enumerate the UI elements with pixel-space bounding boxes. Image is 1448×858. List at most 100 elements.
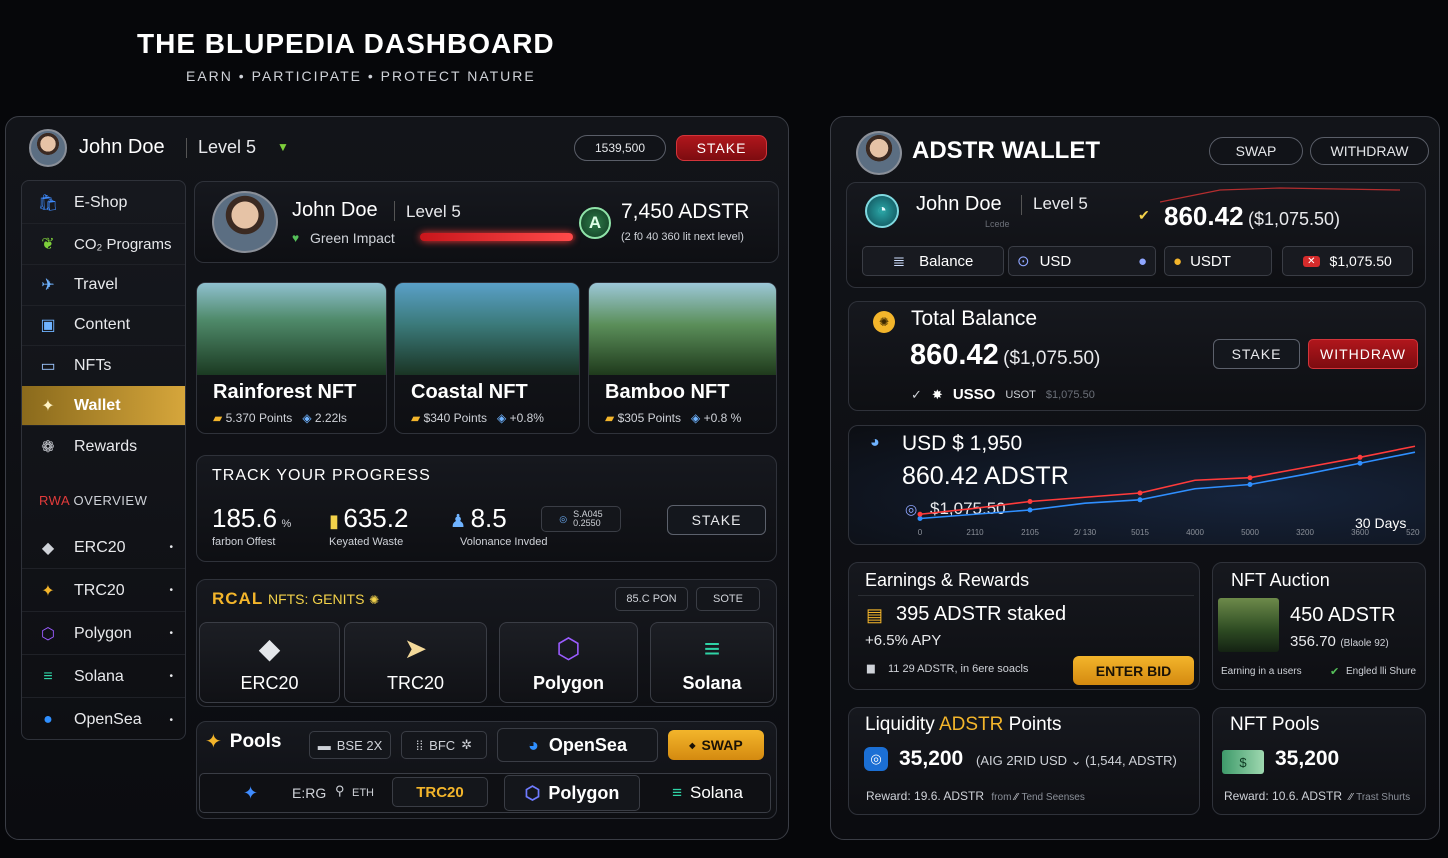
bamboo-image — [589, 283, 776, 375]
usd-icon: ⊙ — [1017, 253, 1030, 270]
stat-value: 635.2 — [343, 503, 409, 533]
sidebar-item-trc20[interactable]: ✦ TRC20 • — [22, 570, 185, 612]
divider — [186, 138, 187, 158]
stat-label: farbon Offest — [212, 536, 276, 548]
flag-icon: ▆ — [867, 663, 875, 674]
travel-icon: ✈ — [41, 277, 55, 294]
rcal-chain-polygon[interactable]: ⬡ Polygon — [499, 622, 638, 703]
x-tick-label: 5000 — [1241, 528, 1259, 537]
pools-tag-bse[interactable]: ▬ BSE 2X — [309, 731, 391, 759]
swap-button[interactable]: ◆ SWAP — [668, 730, 764, 760]
tag-icon: ⁄⁄ — [1014, 792, 1019, 803]
rcal-tag-sote[interactable]: SOTE — [696, 587, 760, 611]
sidebar-item-label: E-Shop — [74, 194, 128, 211]
usd-icon: ◕ — [870, 434, 880, 451]
rcal-chain-trc20[interactable]: ➤ TRC20 — [344, 622, 487, 703]
sidebar-item-travel[interactable]: ✈ Travel — [22, 265, 185, 306]
sidebar-item-wallet[interactable]: ✦ Wallet — [22, 386, 185, 426]
profile-avatar[interactable] — [212, 191, 278, 253]
sidebar-item-opensea[interactable]: ● OpenSea • — [22, 699, 185, 741]
points-pill: 1539,500 — [574, 135, 666, 161]
total-icon: ✺ — [873, 311, 895, 333]
nft-card-coastal[interactable]: Coastal NFT ▰ $340 Points ◈ +0.8% — [394, 282, 580, 434]
nft-card-bamboo[interactable]: Bamboo NFT ▰ $305 Points ◈ +0.8 % — [588, 282, 777, 434]
wallet-avatar[interactable] — [856, 131, 902, 175]
trc20-tag[interactable]: TRC20 — [392, 777, 488, 807]
wallet-swap-button[interactable]: SWAP — [1209, 137, 1303, 165]
x-tick-label: 3200 — [1296, 528, 1314, 537]
profile-name: John Doe — [292, 199, 378, 221]
binance-blue-icon: ✦ — [243, 783, 259, 803]
nft-pools-title: NFT Pools — [1230, 714, 1320, 735]
nft-pools-value: 35,200 — [1275, 747, 1340, 770]
stat-unit: % — [281, 518, 292, 530]
sidebar-item-rewards[interactable]: ❁ Rewards — [22, 426, 185, 467]
sidebar-item-polygon[interactable]: ⬡ Polygon • — [22, 613, 185, 655]
balance-chart: 0211021052/ 130501540005000320036005200 — [917, 445, 1420, 537]
total-amount: 860.42 ($1,075.50) — [910, 339, 1101, 371]
solana-icon: ≡ — [43, 667, 53, 685]
auction-foot-a: Earning in a users — [1221, 666, 1302, 677]
x-tick-label: 4000 — [1186, 528, 1204, 537]
pools-opensea[interactable]: ◕ OpenSea — [497, 728, 658, 762]
divider — [1021, 195, 1022, 215]
wallet-user-sub: Lcede — [985, 219, 1010, 229]
liquidity-value: 35,200 — [899, 747, 964, 770]
stat-carbon: 185.6 % farbon Offest — [212, 503, 291, 548]
wallet-user-level: Level 5 — [1033, 194, 1088, 213]
series-point — [1137, 490, 1143, 496]
rcal-chain-erc20[interactable]: ◆ ERC20 — [199, 622, 340, 703]
total-withdraw-button[interactable]: WITHDRAW — [1308, 339, 1418, 369]
wallet-title: ADSTR WALLET — [912, 137, 1100, 164]
chart-range[interactable]: 30 Days — [1355, 515, 1406, 531]
sidebar-item-eshop[interactable]: 🛍 E-Shop — [22, 183, 185, 224]
auction-title: NFT Auction — [1231, 570, 1330, 590]
sidebar-item-erc20[interactable]: ◆ ERC20 • — [22, 527, 185, 569]
sidebar-item-label: Solana — [74, 667, 124, 685]
nft-pools-reward: Reward: 10.6. ADSTR ⁄⁄ Trast Shurts — [1224, 789, 1411, 803]
nft-card-rainforest[interactable]: Rainforest NFT ▰ 5.370 Points ◈ 2.22ls — [196, 282, 387, 434]
sidebar-item-nfts[interactable]: ▭ NFTs — [22, 346, 185, 387]
sidebar-item-content[interactable]: ▣ Content — [22, 305, 185, 346]
solana-tag[interactable]: ≡ Solana — [646, 775, 769, 811]
auction-foot-b: Engled lli Shure — [1346, 666, 1417, 677]
stake-button[interactable]: STAKE — [676, 135, 767, 161]
chain-label: Polygon — [533, 673, 604, 693]
earnings-staked: 395 ADSTR staked — [896, 603, 1067, 625]
close-icon: ✕ — [1303, 255, 1320, 267]
sidebar-item-label: CO₂ Programs — [74, 235, 172, 253]
next-level-text: (2 f0 40 360 lit next level) — [621, 231, 744, 243]
sidebar-item-co2[interactable]: ❦ CO₂ Programs — [22, 224, 185, 265]
chevron-down-icon[interactable]: ▼ — [277, 140, 289, 154]
pools-tag-bfc[interactable]: ⁞⁞ BFC ✲ — [401, 731, 487, 759]
wallet-user-badge-icon: ◔ — [865, 194, 899, 228]
rcal-tag-pon[interactable]: 85.C PON — [615, 587, 688, 611]
wallet-sparkline — [1160, 187, 1400, 203]
enter-bid-button[interactable]: ENTER BID — [1073, 656, 1194, 685]
nft-title: Bamboo NFT — [605, 381, 730, 403]
total-stake-button[interactable]: STAKE — [1213, 339, 1300, 369]
earnings-note: 11 29 ADSTR, in 6ere soacls — [888, 663, 1029, 675]
rcal-chain-solana[interactable]: ≡ Solana — [650, 622, 774, 703]
x-tick-label: 2/ 130 — [1074, 528, 1097, 537]
series-point — [1027, 507, 1033, 513]
polygon-tag[interactable]: ⬡ Polygon — [504, 775, 640, 811]
wallet-tab-value[interactable]: ✕ $1,075.50 — [1282, 246, 1413, 276]
avatar[interactable] — [29, 129, 67, 167]
liquidity-icon: ◎ — [864, 747, 888, 771]
wallet-tab-usdt[interactable]: ● USDT — [1164, 246, 1272, 276]
sidebar-item-solana[interactable]: ≡ Solana • — [22, 656, 185, 698]
wallet-withdraw-button[interactable]: WITHDRAW — [1310, 137, 1429, 165]
chevron-right-icon: • — [169, 585, 173, 596]
eth-label: ETH — [352, 787, 374, 799]
wallet-tab-balance[interactable]: ≣ Balance — [862, 246, 1004, 276]
sidebar-item-label: ERC20 — [74, 538, 126, 556]
wallet-tab-usd[interactable]: ⊙ USD ● — [1008, 246, 1156, 276]
ethereum-icon: ◆ — [41, 539, 55, 557]
sidebar-item-label: Content — [74, 316, 131, 333]
impact-progress-fill — [420, 233, 573, 241]
coin-icon: ▰ — [605, 411, 615, 425]
shield-icon: ◈ — [496, 411, 507, 425]
progress-chip: ◎ S.A045 0.2550 — [541, 506, 621, 532]
progress-stake-button[interactable]: STAKE — [667, 505, 766, 535]
